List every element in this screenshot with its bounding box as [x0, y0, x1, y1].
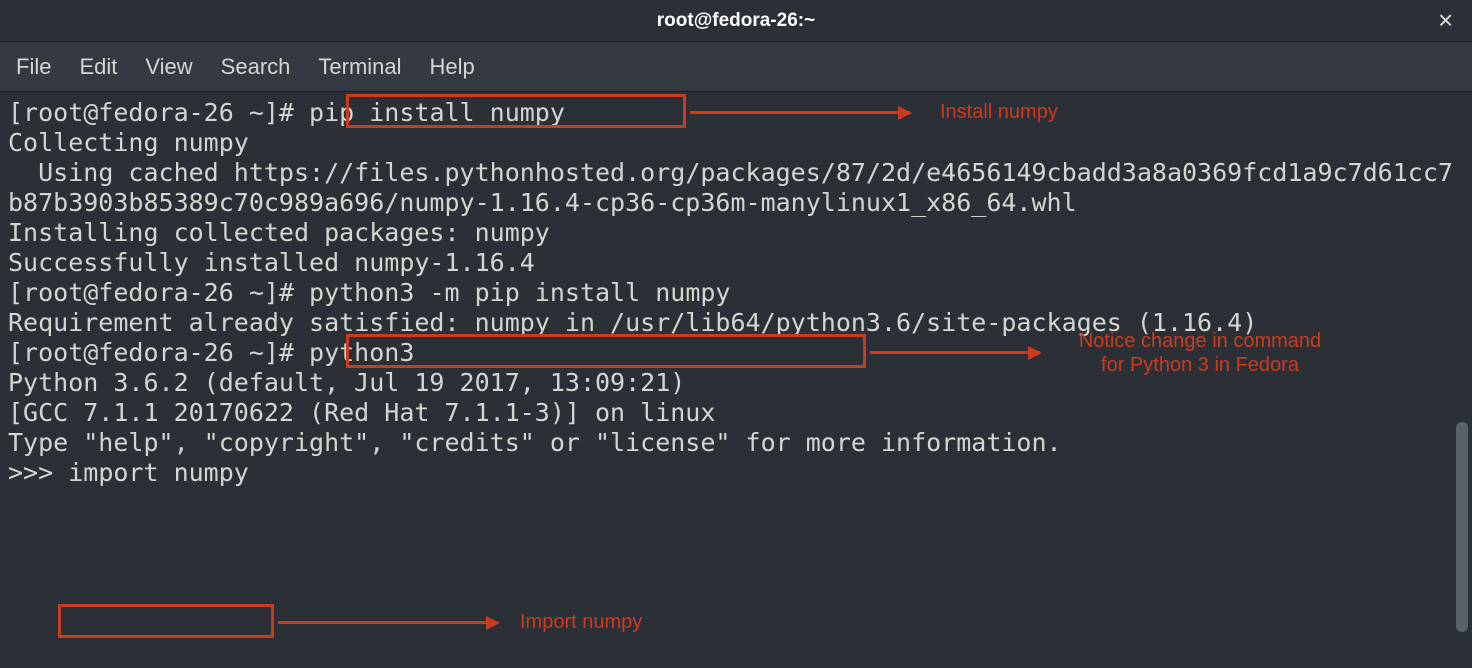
out-help: Type "help", "copyright", "credits" or "… — [8, 428, 1062, 457]
menu-file[interactable]: File — [16, 54, 51, 80]
out-pyver: Python 3.6.2 (default, Jul 19 2017, 13:0… — [8, 368, 700, 397]
cmd-python3-pip: python3 -m pip install numpy — [309, 278, 730, 307]
menu-help[interactable]: Help — [430, 54, 475, 80]
annotation-label-import: Import numpy — [520, 610, 642, 634]
menu-view[interactable]: View — [145, 54, 192, 80]
menu-edit[interactable]: Edit — [79, 54, 117, 80]
py-prompt: >>> — [8, 458, 68, 487]
terminal-output: [root@fedora-26 ~]# pip install numpy Co… — [8, 98, 1464, 488]
window-title: root@fedora-26:~ — [657, 10, 815, 32]
cmd-pip-install: pip install numpy — [309, 98, 565, 127]
menu-terminal[interactable]: Terminal — [318, 54, 401, 80]
out-gcc: [GCC 7.1.1 20170622 (Red Hat 7.1.1-3)] o… — [8, 398, 715, 427]
out-installing: Installing collected packages: numpy — [8, 218, 550, 247]
annotation-arrow-3 — [278, 621, 498, 624]
prompt-1: [root@fedora-26 ~]# — [8, 98, 309, 127]
menubar: File Edit View Search Terminal Help — [0, 42, 1472, 92]
annotation-box-import — [58, 604, 274, 638]
out-success: Successfully installed numpy-1.16.4 — [8, 248, 535, 277]
terminal-window: root@fedora-26:~ ✕ File Edit View Search… — [0, 0, 1472, 668]
out-cached: Using cached https://files.pythonhosted.… — [8, 158, 1453, 217]
prompt-3: [root@fedora-26 ~]# — [8, 338, 309, 367]
menu-search[interactable]: Search — [221, 54, 291, 80]
py-import-numpy: import numpy — [68, 458, 249, 487]
terminal-content[interactable]: [root@fedora-26 ~]# pip install numpy Co… — [0, 92, 1472, 668]
out-req-satisfied: Requirement already satisfied: numpy in … — [8, 308, 1257, 337]
out-collecting: Collecting numpy — [8, 128, 249, 157]
close-icon[interactable]: ✕ — [1437, 8, 1454, 33]
cmd-python3: python3 — [309, 338, 414, 367]
window-titlebar: root@fedora-26:~ ✕ — [0, 0, 1472, 42]
prompt-2: [root@fedora-26 ~]# — [8, 278, 309, 307]
